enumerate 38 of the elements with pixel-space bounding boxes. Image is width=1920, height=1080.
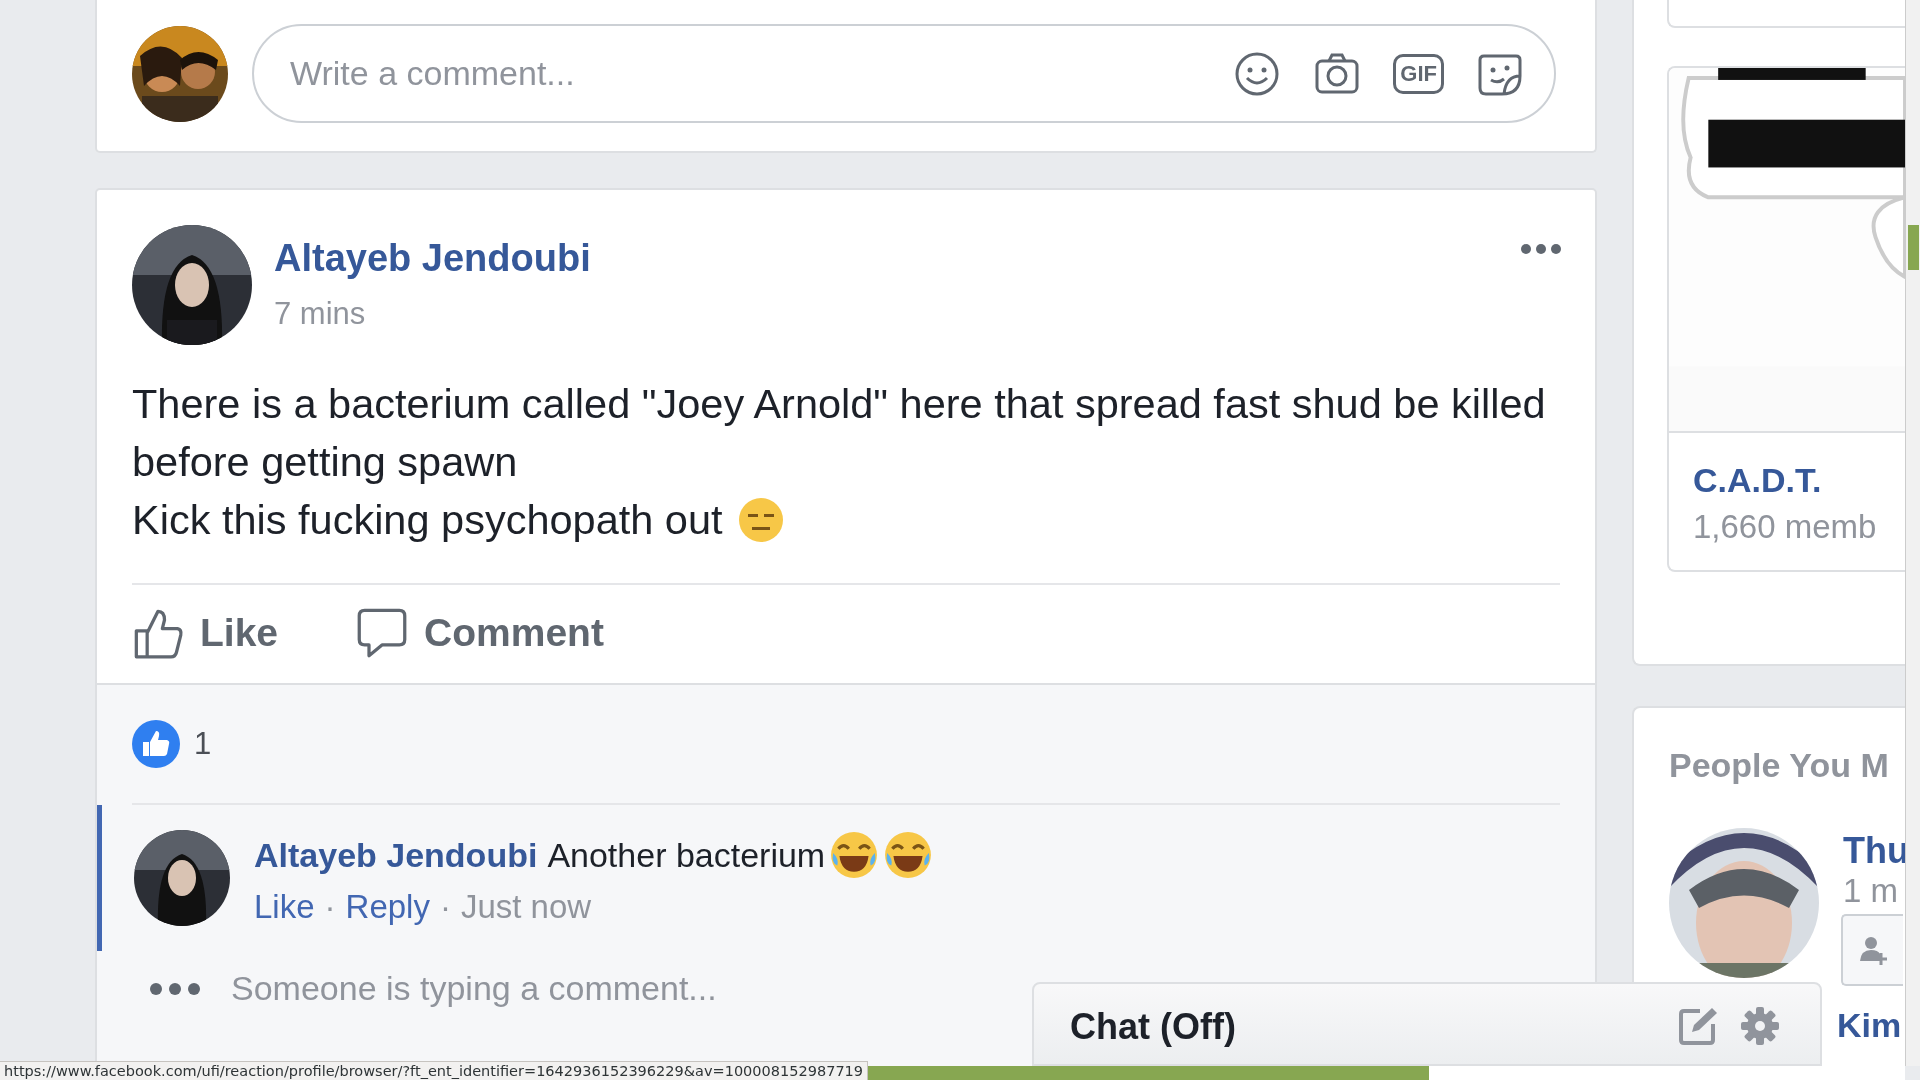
gif-icon[interactable]: GIF [1393, 53, 1444, 94]
comment-button[interactable]: Comment [356, 607, 604, 659]
typing-status: Someone is typing a comment... [231, 969, 717, 1008]
post-text: There is a bacterium called "Joey Arnold" here that spread fast shud be killed before getting spawn [132, 379, 1547, 487]
section-title: People You M [1669, 746, 1890, 785]
add-friend-button[interactable] [1841, 914, 1903, 986]
author-link[interactable]: Altayeb Jendoubi [274, 237, 1498, 280]
laughing-emoji-icon [829, 830, 880, 880]
like-reaction-icon[interactable] [132, 720, 180, 768]
like-button[interactable]: Like [132, 607, 279, 659]
comment-action-link[interactable]: Reply [345, 888, 430, 926]
laughing-emoji-icon [883, 830, 934, 880]
mutual-friends: 1 m [1843, 872, 1898, 910]
post-text: Kick this fucking psychopath out [132, 495, 723, 545]
more-options-icon[interactable] [1520, 243, 1562, 255]
person-name-link[interactable]: Thu [1843, 830, 1909, 872]
scrollbar[interactable] [1905, 0, 1920, 1066]
comment-field[interactable]: Write a comment... GIF [252, 24, 1556, 123]
comment-text: Another bacterium [547, 835, 826, 875]
thumbs-up-icon [132, 607, 184, 659]
comment-author-link[interactable]: Altayeb Jendoubi [254, 835, 538, 875]
comment-action-link[interactable]: Like [254, 888, 315, 926]
person-name-link[interactable]: Kim [1837, 1006, 1902, 1045]
typing-indicator-icon [149, 981, 201, 996]
group-name-link[interactable]: C.A.D.T. [1693, 461, 1905, 500]
chat-title[interactable]: Chat (Off) [1070, 1006, 1656, 1048]
reaction-count[interactable]: 1 [194, 726, 212, 762]
scrollbar-thumb[interactable] [1908, 225, 1919, 270]
compose-icon[interactable] [1678, 1006, 1718, 1046]
chat-bar[interactable]: Chat (Off) [1032, 982, 1822, 1066]
separator-dot: · [439, 888, 451, 926]
expressionless-emoji-icon [736, 496, 785, 544]
separator-dot: · [324, 888, 336, 926]
status-url: https://www.facebook.com/ufi/reaction/profile/browser/?ft_ent_identifier=1642936152396229&av=100008152987719 [0, 1061, 869, 1080]
member-count: 1,660 memb [1693, 508, 1878, 546]
settings-icon[interactable] [1740, 1006, 1780, 1046]
add-person-icon [1858, 935, 1888, 965]
speech-bubble-icon [356, 607, 409, 659]
